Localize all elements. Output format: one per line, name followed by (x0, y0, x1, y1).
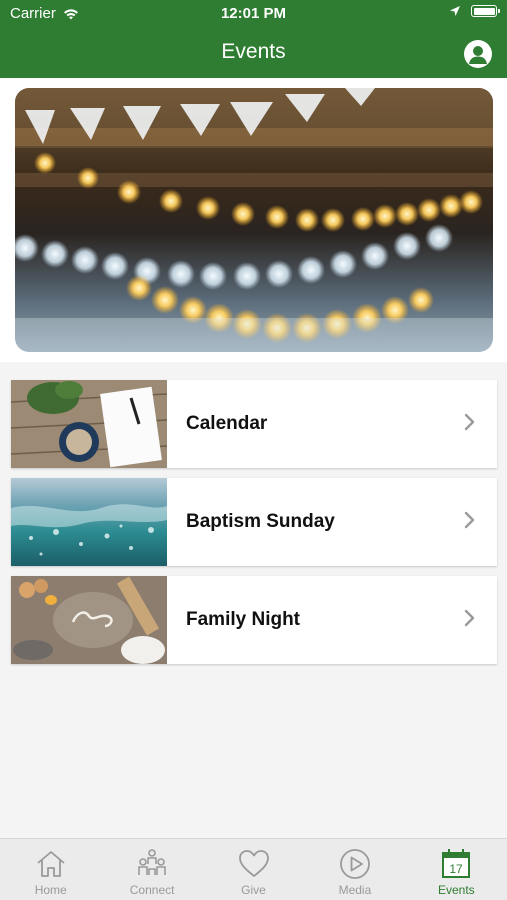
hero-image (15, 88, 493, 352)
person-icon (469, 46, 487, 64)
calendar-badge: 17 (450, 862, 464, 876)
location-arrow-icon (450, 6, 460, 16)
event-thumbnail (11, 478, 167, 566)
calendar-thumbnail-image (11, 380, 167, 468)
battery-icon (471, 5, 500, 17)
chevron-right-icon (457, 509, 483, 535)
family-thumbnail-image (11, 576, 167, 664)
events-list: Calendar Baptism Sunday Family Night (11, 380, 497, 674)
tab-label: Connect (129, 883, 175, 897)
people-icon (138, 849, 166, 875)
event-thumbnail (11, 380, 167, 468)
tab-events[interactable]: 17 Events (406, 839, 507, 900)
event-label: Family Night (186, 609, 301, 630)
calendar-icon: 17 (442, 849, 471, 878)
event-label: Baptism Sunday (186, 511, 335, 532)
chevron-right-icon (457, 411, 483, 437)
tab-label: Give (241, 883, 266, 897)
chevron-right-icon (457, 607, 483, 633)
nav-bar: Events (0, 28, 507, 78)
water-thumbnail-image (11, 478, 167, 566)
tab-label: Home (34, 883, 67, 897)
tab-media[interactable]: Media (304, 839, 405, 900)
string-lights-image (15, 88, 493, 352)
house-icon (37, 851, 65, 877)
heart-icon (238, 850, 269, 877)
play-icon (340, 849, 370, 879)
tab-bar: Home Connect Give Media 17 Events (0, 838, 507, 900)
tab-give[interactable]: Give (203, 839, 304, 900)
event-item-calendar[interactable]: Calendar (11, 380, 497, 468)
tab-connect[interactable]: Connect (101, 839, 202, 900)
profile-button[interactable] (464, 40, 492, 68)
tab-home[interactable]: Home (0, 839, 101, 900)
tab-label: Media (338, 883, 372, 897)
hero-section (0, 78, 507, 362)
event-label: Calendar (186, 413, 268, 434)
status-right (449, 5, 500, 17)
tab-label: Events (437, 883, 475, 897)
event-item-family-night[interactable]: Family Night (11, 576, 497, 664)
status-bar: Carrier 12:01 PM (0, 0, 507, 28)
page-title: Events (221, 40, 286, 63)
status-time: 12:01 PM (220, 5, 287, 22)
event-thumbnail (11, 576, 167, 664)
event-item-baptism-sunday[interactable]: Baptism Sunday (11, 478, 497, 566)
